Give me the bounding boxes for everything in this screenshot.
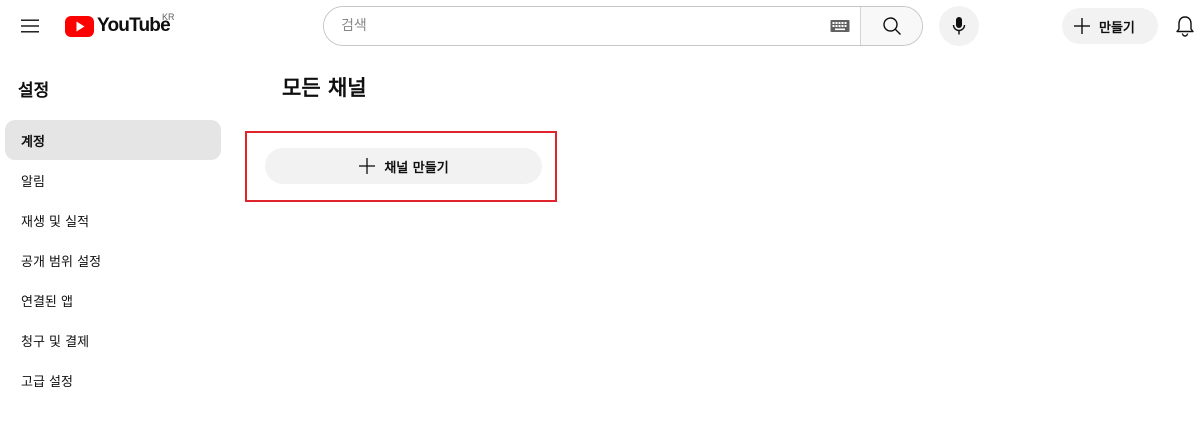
search-button[interactable] bbox=[860, 7, 922, 45]
sidebar-item-billing[interactable]: 청구 및 결제 bbox=[5, 320, 221, 360]
search-icon bbox=[882, 17, 901, 35]
bell-icon bbox=[1176, 16, 1194, 37]
notifications-button[interactable] bbox=[1170, 10, 1200, 42]
youtube-logo[interactable]: YouTube KR bbox=[65, 11, 175, 41]
sidebar-item-account[interactable]: 계정 bbox=[5, 120, 221, 160]
create-channel-button[interactable]: 채널 만들기 bbox=[265, 148, 542, 184]
search-bar bbox=[323, 6, 923, 46]
sidebar-title: 설정 bbox=[18, 81, 50, 101]
sidebar-item-playback[interactable]: 재생 및 실적 bbox=[5, 200, 221, 240]
plus-icon bbox=[1074, 18, 1090, 34]
keyboard-icon[interactable] bbox=[830, 19, 850, 33]
create-button[interactable]: 만들기 bbox=[1062, 8, 1158, 44]
voice-search-button[interactable] bbox=[939, 6, 979, 46]
youtube-play-icon bbox=[65, 15, 94, 37]
search-input[interactable] bbox=[324, 7, 860, 45]
country-code: KR bbox=[162, 12, 175, 22]
plus-icon bbox=[359, 158, 376, 174]
sidebar-item-notifications[interactable]: 알림 bbox=[5, 160, 221, 200]
create-channel-label: 채널 만들기 bbox=[384, 160, 449, 176]
sidebar-item-advanced[interactable]: 고급 설정 bbox=[5, 360, 221, 400]
page-title: 모든 채널 bbox=[282, 76, 367, 100]
masthead: YouTube KR 검색 만들기 bbox=[0, 0, 1201, 52]
sidebar-item-privacy[interactable]: 공개 범위 설정 bbox=[5, 240, 221, 280]
microphone-icon bbox=[952, 17, 966, 35]
hamburger-menu-icon[interactable] bbox=[12, 8, 48, 44]
create-button-label: 만들기 bbox=[1099, 20, 1135, 36]
logo-wordmark: YouTube bbox=[97, 15, 171, 36]
settings-sidebar: 계정 알림 재생 및 실적 공개 범위 설정 연결된 앱 청구 및 결제 고급 … bbox=[5, 120, 221, 400]
sidebar-item-connected-apps[interactable]: 연결된 앱 bbox=[5, 280, 221, 320]
